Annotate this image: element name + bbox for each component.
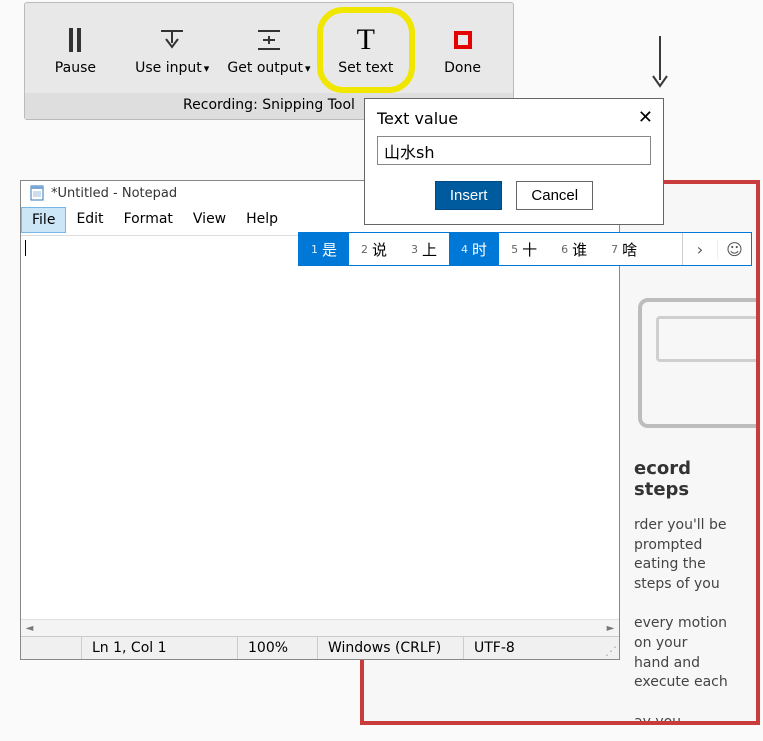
ime-emoji-icon[interactable]: ☺ <box>717 240 751 259</box>
menu-format[interactable]: Format <box>114 207 183 233</box>
notepad-app-icon <box>29 185 45 201</box>
menu-help[interactable]: Help <box>236 207 288 233</box>
text-caret <box>25 240 26 256</box>
set-text-button[interactable]: T Set text <box>321 11 411 89</box>
status-line-ending: Windows (CRLF) <box>317 637 463 659</box>
menu-edit[interactable]: Edit <box>66 207 113 233</box>
bg-line: hand and execute each <box>634 655 728 691</box>
get-output-button[interactable]: Get output ▾ <box>224 11 314 89</box>
ime-candidate-char: 时 <box>472 239 487 260</box>
ime-tail-controls: › ☺ <box>682 233 751 265</box>
ime-candidate-char: 是 <box>322 239 337 260</box>
ime-candidate-bar: 1是2说3上4时5十6谁7啥 › ☺ <box>298 232 752 266</box>
ime-candidate[interactable]: 7啥 <box>599 233 649 265</box>
cancel-button[interactable]: Cancel <box>516 181 593 210</box>
ime-candidate[interactable]: 2说 <box>349 233 399 265</box>
chevron-down-icon: ▾ <box>305 62 311 75</box>
bg-line: ay you expected? You c <box>634 714 706 725</box>
text-value-dialog: ✕ Text value Insert Cancel <box>364 98 664 225</box>
ime-candidate[interactable]: 5十 <box>499 233 549 265</box>
ime-candidate[interactable]: 3上 <box>399 233 449 265</box>
close-icon[interactable]: ✕ <box>638 107 653 128</box>
use-input-button[interactable]: Use input ▾ <box>127 11 217 89</box>
ime-candidate-number: 6 <box>561 243 568 256</box>
device-illustration <box>638 298 760 428</box>
ime-candidate-char: 谁 <box>572 239 587 260</box>
use-input-label: Use input <box>135 60 202 76</box>
insert-button[interactable]: Insert <box>435 181 503 210</box>
done-label: Done <box>444 60 481 76</box>
flow-arrow-down-icon <box>650 36 670 94</box>
menu-view[interactable]: View <box>183 207 236 233</box>
ime-candidate[interactable]: 1是 <box>299 233 349 265</box>
chevron-down-icon: ▾ <box>204 62 210 75</box>
bg-line: eating the steps of you <box>634 556 720 592</box>
notepad-title-text: *Untitled - Notepad <box>51 186 177 201</box>
ime-candidate-char: 说 <box>372 239 387 260</box>
ime-candidate-char: 上 <box>422 239 437 260</box>
ime-candidate-number: 7 <box>611 243 618 256</box>
record-steps-text-3: ay you expected? You c s or delete and r… <box>634 713 732 725</box>
status-cursor-position: Ln 1, Col 1 <box>81 637 237 659</box>
ime-candidate[interactable]: 6谁 <box>549 233 599 265</box>
text-value-input[interactable] <box>377 136 651 165</box>
pause-label: Pause <box>55 60 96 76</box>
horizontal-scrollbar[interactable]: ◄ ► <box>21 619 619 636</box>
bg-line: rder you'll be prompted <box>634 517 727 553</box>
notepad-status-bar: Ln 1, Col 1 100% Windows (CRLF) UTF-8 ⋰ <box>21 636 619 659</box>
ime-candidate[interactable]: 4时 <box>449 233 499 265</box>
ime-candidate-number: 2 <box>361 243 368 256</box>
record-steps-text-1: rder you'll be prompted eating the steps… <box>634 516 732 594</box>
toolbar-button-row: Pause Use input ▾ <box>25 3 513 93</box>
status-spacer <box>21 637 81 659</box>
ime-candidate-char: 十 <box>522 239 537 260</box>
stop-icon <box>454 24 472 56</box>
ime-candidate-char: 啥 <box>622 239 637 260</box>
scroll-right-icon[interactable]: ► <box>602 620 619 636</box>
dialog-button-row: Insert Cancel <box>377 181 651 210</box>
use-input-icon <box>159 24 185 56</box>
notepad-text-area[interactable] <box>21 236 619 619</box>
ime-candidate-number: 4 <box>461 243 468 256</box>
pause-icon <box>69 24 81 56</box>
scroll-left-icon[interactable]: ◄ <box>21 620 38 636</box>
record-steps-heading: ecord steps <box>634 458 732 500</box>
done-button[interactable]: Done <box>418 11 508 89</box>
ime-candidate-number: 3 <box>411 243 418 256</box>
bg-line: every motion on your <box>634 615 727 651</box>
ime-next-page-icon[interactable]: › <box>683 240 717 259</box>
menu-file[interactable]: File <box>21 207 66 233</box>
get-output-label: Get output <box>227 60 303 76</box>
status-encoding: UTF-8 <box>463 637 603 659</box>
pause-button[interactable]: Pause <box>30 11 120 89</box>
set-text-label: Set text <box>338 60 393 76</box>
ime-candidate-number: 5 <box>511 243 518 256</box>
ime-candidate-number: 1 <box>311 243 318 256</box>
text-value-label: Text value <box>377 109 651 128</box>
status-zoom: 100% <box>237 637 317 659</box>
resize-grip-icon[interactable]: ⋰ <box>603 637 619 659</box>
get-output-icon <box>256 24 282 56</box>
text-icon: T <box>357 24 375 56</box>
record-steps-text-2: every motion on your hand and execute ea… <box>634 614 732 692</box>
